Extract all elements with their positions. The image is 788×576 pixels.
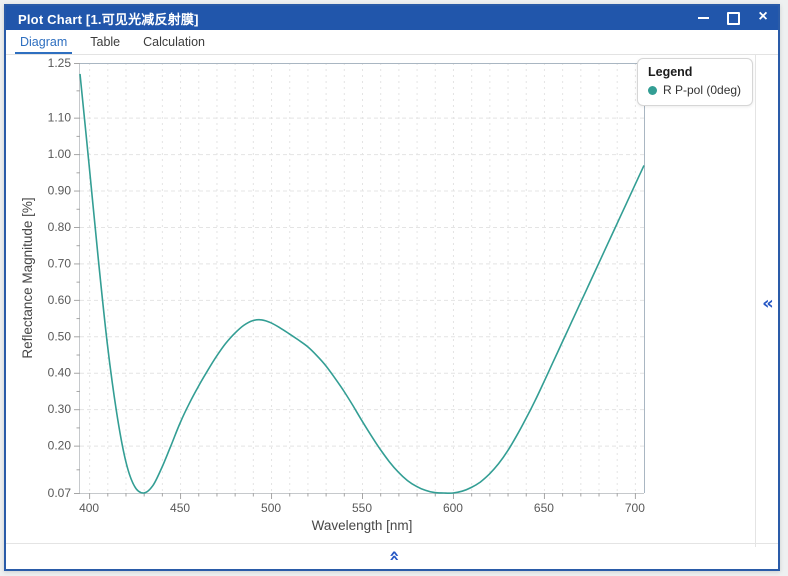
close-button[interactable]: ×: [748, 6, 778, 30]
close-icon: ×: [758, 9, 767, 25]
series-color-dot-icon: [648, 86, 657, 95]
svg-text:1.10: 1.10: [48, 111, 72, 125]
svg-text:400: 400: [79, 501, 99, 515]
svg-text:0.20: 0.20: [48, 439, 72, 453]
svg-text:450: 450: [170, 501, 190, 515]
axis-labels: 400 450 500 550 600 650 700 0.07 0.20 0.30 0.40 0.5…: [20, 56, 645, 533]
maximize-button[interactable]: [718, 6, 748, 30]
svg-text:0.80: 0.80: [48, 220, 72, 234]
collapse-right-panel-button[interactable]: «: [758, 294, 778, 314]
tab-table[interactable]: Table: [84, 30, 126, 54]
svg-text:650: 650: [534, 501, 554, 515]
svg-text:0.70: 0.70: [48, 256, 72, 270]
svg-text:1.00: 1.00: [48, 147, 72, 161]
svg-text:600: 600: [443, 501, 463, 515]
tab-bar: Diagram Table Calculation: [6, 30, 778, 55]
svg-text:0.30: 0.30: [48, 402, 72, 416]
double-chevron-left-icon: «: [762, 293, 774, 314]
svg-text:0.50: 0.50: [48, 329, 72, 343]
legend-title: Legend: [648, 65, 742, 79]
right-panel-divider: [755, 55, 756, 547]
window-title: Plot Chart [1.可见光减反射膜]: [6, 9, 199, 28]
tab-table-label: Table: [90, 35, 120, 49]
window-controls: ×: [688, 6, 778, 30]
svg-text:0.60: 0.60: [48, 293, 72, 307]
axis-ticks: [74, 64, 635, 500]
maximize-icon: [727, 12, 740, 25]
svg-text:0.90: 0.90: [48, 184, 72, 198]
svg-text:1.25: 1.25: [48, 56, 72, 70]
svg-text:500: 500: [261, 501, 281, 515]
minimize-button[interactable]: [688, 6, 718, 30]
double-chevron-up-icon: «: [385, 550, 403, 562]
axes: [80, 63, 645, 494]
tab-diagram[interactable]: Diagram: [14, 30, 73, 54]
svg-text:0.40: 0.40: [48, 366, 72, 380]
tab-calculation[interactable]: Calculation: [137, 30, 211, 54]
chart-canvas: 400 450 500 550 600 650 700 0.07 0.20 0.30 0.40 0.5…: [6, 55, 755, 543]
legend: Legend R P-pol (0deg): [637, 58, 753, 106]
bottom-panel-divider: [6, 543, 778, 544]
y-axis-title: Reflectance Magnitude [%]: [20, 197, 35, 358]
svg-text:550: 550: [352, 501, 372, 515]
minimize-icon: [698, 17, 709, 19]
tab-calculation-label: Calculation: [143, 35, 205, 49]
svg-text:700: 700: [625, 501, 645, 515]
svg-text:0.07: 0.07: [48, 486, 72, 500]
grid-lines: [80, 63, 644, 493]
tab-diagram-label: Diagram: [20, 35, 67, 49]
expand-bottom-panel-button[interactable]: «: [384, 546, 404, 566]
legend-entry: R P-pol (0deg): [648, 83, 742, 97]
plot-chart-window: Plot Chart [1.可见光减反射膜] × Diagram Table C…: [4, 4, 780, 571]
title-bar[interactable]: Plot Chart [1.可见光减反射膜] ×: [6, 6, 778, 30]
legend-entry-label: R P-pol (0deg): [663, 83, 741, 97]
x-axis-title: Wavelength [nm]: [312, 518, 413, 533]
